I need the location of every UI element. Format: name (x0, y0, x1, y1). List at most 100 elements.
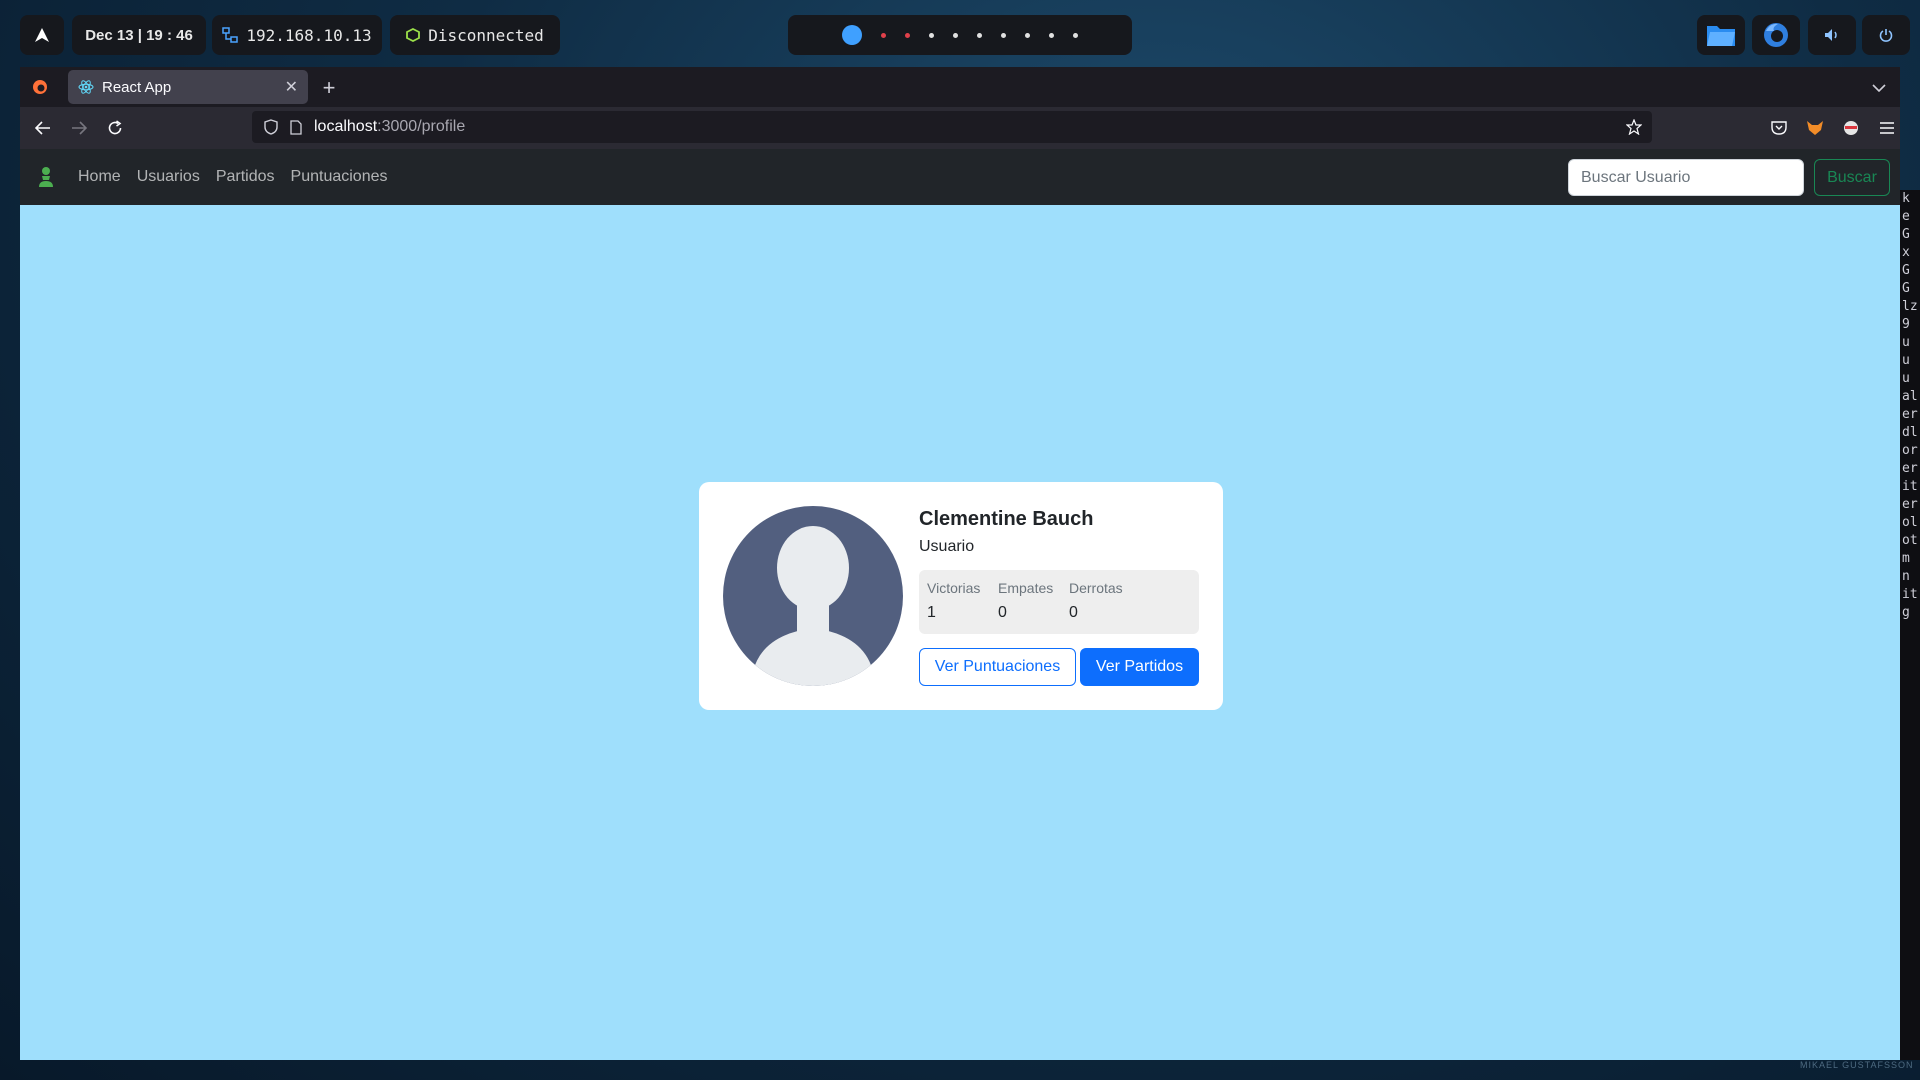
profile-role: Usuario (919, 538, 975, 555)
stat-label: Empates (998, 580, 1054, 596)
avatar (723, 506, 903, 686)
ip-text: 192.168.10.13 (246, 25, 372, 45)
edge-text-line: n (1902, 569, 1910, 584)
reload-button[interactable] (102, 115, 128, 141)
volume-button[interactable] (1808, 15, 1856, 55)
edge-text-line: k (1902, 191, 1910, 206)
edge-text-line: ol (1902, 515, 1918, 530)
tab-close-icon[interactable]: ✕ (285, 77, 298, 97)
profile-stats: Victorias 1 Empates 0 Derrotas 0 (919, 570, 1199, 634)
nav-link-puntuaciones[interactable]: Puntuaciones (291, 168, 388, 186)
workspace-4[interactable] (929, 32, 934, 38)
workspace-10[interactable] (1073, 32, 1078, 38)
firefox-icon (1764, 23, 1788, 47)
firefox-view-icon (33, 80, 47, 94)
profile-card: Clementine Bauch Usuario Victorias 1 Emp… (699, 482, 1223, 710)
app-navbar: Home Usuarios Partidos Puntuaciones Busc… (20, 149, 1900, 205)
stat-victorias: Victorias 1 (927, 580, 980, 622)
view-matches-button[interactable]: Ver Partidos (1080, 648, 1199, 686)
edge-text-line: lz (1902, 299, 1918, 314)
app-menu-button[interactable] (1874, 115, 1900, 141)
edge-text-line: er (1902, 407, 1918, 422)
search-button[interactable]: Buscar (1814, 159, 1890, 196)
pocket-button[interactable] (1766, 115, 1792, 141)
hamburger-menu-icon (1880, 122, 1894, 134)
brand-logo-button[interactable] (36, 166, 56, 188)
nav-link-usuarios[interactable]: Usuarios (137, 168, 200, 186)
workspace-9[interactable] (1049, 32, 1054, 38)
view-scores-label: Ver Puntuaciones (934, 658, 1061, 675)
view-scores-button[interactable]: Ver Puntuaciones (919, 648, 1076, 686)
vpn-widget[interactable]: Disconnected (390, 15, 560, 55)
url-path: :3000/profile (377, 118, 466, 135)
chevron-down-icon (1872, 84, 1886, 92)
edge-text-line: u (1902, 371, 1910, 386)
nav-link-partidos[interactable]: Partidos (216, 168, 275, 186)
star-bookmark-icon[interactable] (1626, 119, 1642, 135)
search-user-input[interactable]: Buscar Usuario (1568, 159, 1804, 196)
tab-strip: React App ✕ + (20, 67, 1900, 107)
nav-link-home[interactable]: Home (78, 168, 121, 186)
extension-mask-button[interactable] (1838, 115, 1864, 141)
workspace-switcher[interactable] (788, 15, 1132, 55)
power-icon (1879, 29, 1893, 42)
edge-text-line: it (1902, 479, 1918, 494)
edge-text-line: or (1902, 443, 1918, 458)
back-button[interactable] (30, 115, 56, 141)
edge-text-line: u (1902, 353, 1910, 368)
new-tab-button[interactable]: + (316, 75, 342, 101)
firefox-launcher[interactable] (1752, 15, 1800, 55)
edge-text-line: it (1902, 587, 1918, 602)
edge-text-line: G (1902, 227, 1910, 242)
reload-icon (108, 120, 122, 135)
browser-toolbar: localhost:3000/profile (20, 107, 1900, 149)
pocket-icon (1771, 121, 1787, 135)
edge-text-line: e (1902, 209, 1910, 224)
workspace-3[interactable] (905, 32, 910, 38)
extension-fox-button[interactable] (1802, 115, 1828, 141)
launcher-button[interactable] (20, 15, 64, 55)
edge-text-line: 9 (1902, 317, 1910, 332)
edge-text-line: G (1902, 263, 1910, 278)
tab-title: React App (102, 78, 172, 96)
network-icon (222, 27, 239, 43)
chess-pawn-icon (39, 167, 53, 187)
workspace-8[interactable] (1025, 32, 1030, 38)
stat-value: 0 (998, 604, 1007, 621)
workspace-7[interactable] (1001, 32, 1006, 38)
power-button[interactable] (1862, 15, 1910, 55)
user-silhouette-icon (751, 526, 875, 686)
fox-extension-icon (1807, 121, 1823, 135)
shield-icon (264, 119, 278, 135)
back-arrow-icon (35, 121, 50, 135)
forward-arrow-icon (72, 121, 87, 135)
view-matches-label: Ver Partidos (1095, 658, 1184, 675)
stat-value: 1 (927, 604, 936, 621)
workspace-5[interactable] (953, 32, 958, 38)
edge-text-line: x (1902, 245, 1910, 260)
forward-button[interactable] (66, 115, 92, 141)
wallpaper-watermark: MIKAEL GUSTAFSSON (1800, 1060, 1914, 1070)
search-button-label: Buscar (1827, 168, 1877, 186)
workspace-2[interactable] (881, 32, 886, 38)
edge-text-line: al (1902, 389, 1918, 404)
list-tabs-button[interactable] (1866, 75, 1892, 101)
datetime-widget[interactable]: Dec 13 | 19 : 46 (72, 15, 206, 55)
files-button[interactable] (1697, 15, 1745, 55)
ip-widget[interactable]: 192.168.10.13 (212, 15, 382, 55)
edge-text-line: m (1902, 551, 1910, 566)
firefox-view-button[interactable] (28, 75, 52, 99)
react-favicon-icon (78, 80, 94, 94)
url-bar[interactable]: localhost:3000/profile (252, 111, 1652, 143)
edge-text-line: er (1902, 461, 1918, 476)
plus-icon: + (322, 75, 336, 100)
workspace-6[interactable] (977, 32, 982, 38)
vpn-cube-icon (406, 28, 421, 42)
workspace-1[interactable] (842, 25, 862, 45)
edge-text-line: G (1902, 281, 1910, 296)
edge-text-line: dl (1902, 425, 1918, 440)
volume-icon (1825, 29, 1837, 41)
browser-tab-active[interactable]: React App ✕ (68, 70, 308, 104)
edge-text-line: er (1902, 497, 1918, 512)
desktop-topbar: Dec 13 | 19 : 46 192.168.10.13 Disconnec… (0, 0, 1920, 68)
